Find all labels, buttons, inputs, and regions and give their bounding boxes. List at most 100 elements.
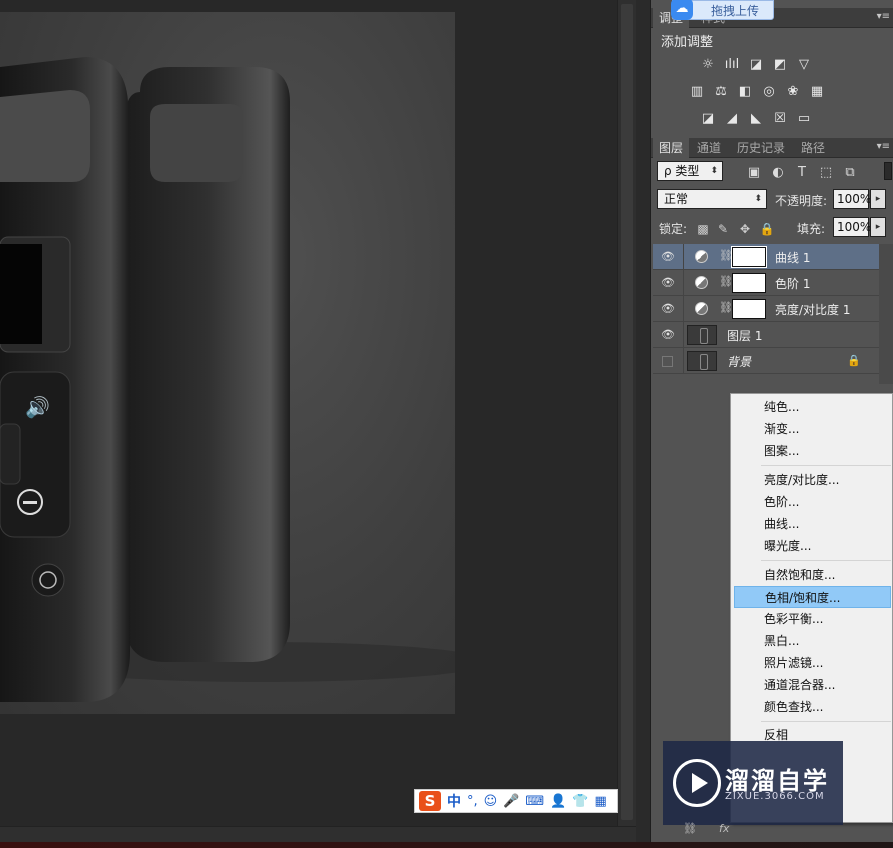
layer-row-curves[interactable]: 👁 ⛓ 曲线 1 (653, 244, 879, 270)
layers-scrollbar[interactable] (879, 244, 893, 384)
panel-menu-icon[interactable]: ▾≡ (877, 11, 890, 22)
document-canvas[interactable]: 🔊 (0, 12, 455, 714)
watermark-url: ZIXUE.3066.COM (725, 791, 825, 802)
tab-history[interactable]: 历史记录 (731, 138, 791, 158)
invert-icon[interactable]: ◪ (699, 109, 717, 127)
filter-toggle[interactable] (884, 162, 892, 180)
chevron-down-icon: ⬍ (710, 166, 718, 176)
fill-input[interactable]: 100% (833, 217, 871, 237)
channel-mixer-icon[interactable]: ❀ (784, 82, 802, 100)
layer-row-brightness-contrast[interactable]: 👁 ⛓ 亮度/对比度 1 (653, 296, 879, 322)
layer-thumbnail (687, 351, 717, 371)
visibility-toggle-off[interactable] (662, 356, 673, 367)
play-icon (673, 759, 721, 807)
lock-all-icon[interactable]: 🔒 (759, 221, 775, 237)
visibility-eye-icon[interactable]: 👁 (661, 276, 675, 290)
menu-item-photo-filter[interactable]: 照片滤镜... (734, 652, 891, 674)
vibrance-icon[interactable]: ▽ (795, 55, 813, 73)
lock-transparency-icon[interactable]: ▩ (695, 221, 711, 237)
skin-icon[interactable]: 👕 (572, 794, 588, 809)
lock-position-icon[interactable]: ✥ (737, 221, 753, 237)
tab-paths[interactable]: 路径 (795, 138, 831, 158)
menu-separator (761, 721, 891, 722)
smart-object-filter-icon[interactable]: ⧉ (841, 163, 859, 181)
hue-saturation-icon[interactable]: ▥ (688, 82, 706, 100)
fx-icon[interactable]: fx (719, 822, 729, 835)
vertical-scrollbar[interactable] (617, 0, 636, 826)
punctuation-icon[interactable]: °, (467, 794, 478, 809)
lock-image-icon[interactable]: ✎ (715, 221, 731, 237)
link-chain-icon[interactable]: ⛓ (719, 301, 733, 314)
ime-toolbar[interactable]: S 中 °, ☺ 🎤 ⌨ 👤 👕 ▦ (414, 789, 618, 813)
gradient-map-icon[interactable]: ☒ (771, 109, 789, 127)
visibility-eye-icon[interactable]: 👁 (661, 250, 675, 264)
menu-item-hue-saturation[interactable]: 色相/饱和度... (734, 586, 891, 608)
color-lookup-icon[interactable]: ▦ (808, 82, 826, 100)
curves-icon[interactable]: ◪ (747, 55, 765, 73)
shape-filter-icon[interactable]: ⬚ (817, 163, 835, 181)
fill-dropdown-icon[interactable]: ▸ (870, 217, 886, 237)
layer-mask-thumbnail[interactable] (732, 273, 766, 293)
layer-list: 👁 ⛓ 曲线 1 👁 ⛓ 色阶 1 👁 ⛓ 亮度/对比度 1 👁 图层 1 背景… (653, 244, 879, 374)
pixel-filter-icon[interactable]: ▣ (745, 163, 763, 181)
blend-mode-value: 正常 (664, 192, 689, 206)
layer-row-levels[interactable]: 👁 ⛓ 色阶 1 (653, 270, 879, 296)
menu-item-exposure[interactable]: 曝光度... (734, 535, 891, 557)
photo-filter-icon[interactable]: ◎ (760, 82, 778, 100)
layer-mask-thumbnail[interactable] (732, 299, 766, 319)
color-balance-icon[interactable]: ⚖ (712, 82, 730, 100)
link-chain-icon[interactable]: ⛓ (719, 275, 733, 288)
exposure-icon[interactable]: ◩ (771, 55, 789, 73)
menu-item-color-lookup[interactable]: 颜色查找... (734, 696, 891, 718)
black-white-icon[interactable]: ◧ (736, 82, 754, 100)
brightness-icon[interactable]: ☼ (699, 55, 717, 73)
visibility-eye-icon[interactable]: 👁 (661, 328, 675, 342)
svg-text:🔊: 🔊 (25, 395, 50, 419)
menu-separator (761, 465, 891, 466)
adjustment-layer-icon (695, 276, 708, 289)
selective-color-icon[interactable]: ▭ (795, 109, 813, 127)
link-chain-icon[interactable]: ⛓ (719, 249, 733, 262)
tab-layers[interactable]: 图层 (653, 138, 690, 158)
menu-item-channel-mixer[interactable]: 通道混合器... (734, 674, 891, 696)
chevron-down-icon: ⬍ (754, 194, 762, 204)
ime-logo-icon[interactable]: S (419, 791, 441, 811)
levels-icon[interactable]: ılıl (723, 55, 741, 73)
keyboard-icon[interactable]: ⌨ (525, 794, 544, 809)
adjustment-layer-icon (695, 250, 708, 263)
menu-item-gradient[interactable]: 渐变... (734, 418, 891, 440)
layers-panel-menu-icon[interactable]: ▾≡ (877, 141, 890, 152)
blend-mode-select[interactable]: 正常 ⬍ (657, 189, 767, 209)
menu-item-pattern[interactable]: 图案... (734, 440, 891, 462)
adjustment-filter-icon[interactable]: ◐ (769, 163, 787, 181)
opacity-dropdown-icon[interactable]: ▸ (870, 189, 886, 209)
user-icon[interactable]: 👤 (550, 794, 566, 809)
menu-item-color-balance[interactable]: 色彩平衡... (734, 608, 891, 630)
drag-upload-tooltip[interactable]: ☁ 拖拽上传 (671, 0, 774, 20)
layer-mask-thumbnail[interactable] (731, 246, 767, 268)
add-adjustment-title: 添加调整 (661, 35, 714, 50)
type-filter-icon[interactable]: T (793, 163, 811, 181)
menu-item-levels[interactable]: 色阶... (734, 491, 891, 513)
layer-row-background[interactable]: 背景 🔒 (653, 348, 879, 374)
link-layers-icon[interactable]: ⛓ (683, 822, 697, 835)
menu-item-black-white[interactable]: 黑白... (734, 630, 891, 652)
filter-kind-select[interactable]: ρ 类型 ⬍ (657, 161, 723, 181)
scrollbar-thumb[interactable] (621, 4, 633, 820)
emoji-icon[interactable]: ☺ (484, 794, 498, 809)
menu-item-curves[interactable]: 曲线... (734, 513, 891, 535)
tab-channels[interactable]: 通道 (691, 138, 727, 158)
layer-row-layer1[interactable]: 👁 图层 1 (653, 322, 879, 348)
threshold-icon[interactable]: ◣ (747, 109, 765, 127)
ime-mode-toggle[interactable]: 中 (447, 791, 461, 811)
microphone-icon[interactable]: 🎤 (503, 794, 519, 809)
visibility-eye-icon[interactable]: 👁 (661, 302, 675, 316)
menu-item-vibrance[interactable]: 自然饱和度... (734, 564, 891, 586)
lock-icon: 🔒 (847, 354, 861, 367)
menu-item-brightness-contrast[interactable]: 亮度/对比度... (734, 469, 891, 491)
grid-icon[interactable]: ▦ (595, 794, 607, 809)
opacity-input[interactable]: 100% (833, 189, 871, 209)
adjustment-icons-row-3: ◪ ◢ ◣ ☒ ▭ (699, 109, 813, 127)
menu-item-solid-color[interactable]: 纯色... (734, 396, 891, 418)
posterize-icon[interactable]: ◢ (723, 109, 741, 127)
